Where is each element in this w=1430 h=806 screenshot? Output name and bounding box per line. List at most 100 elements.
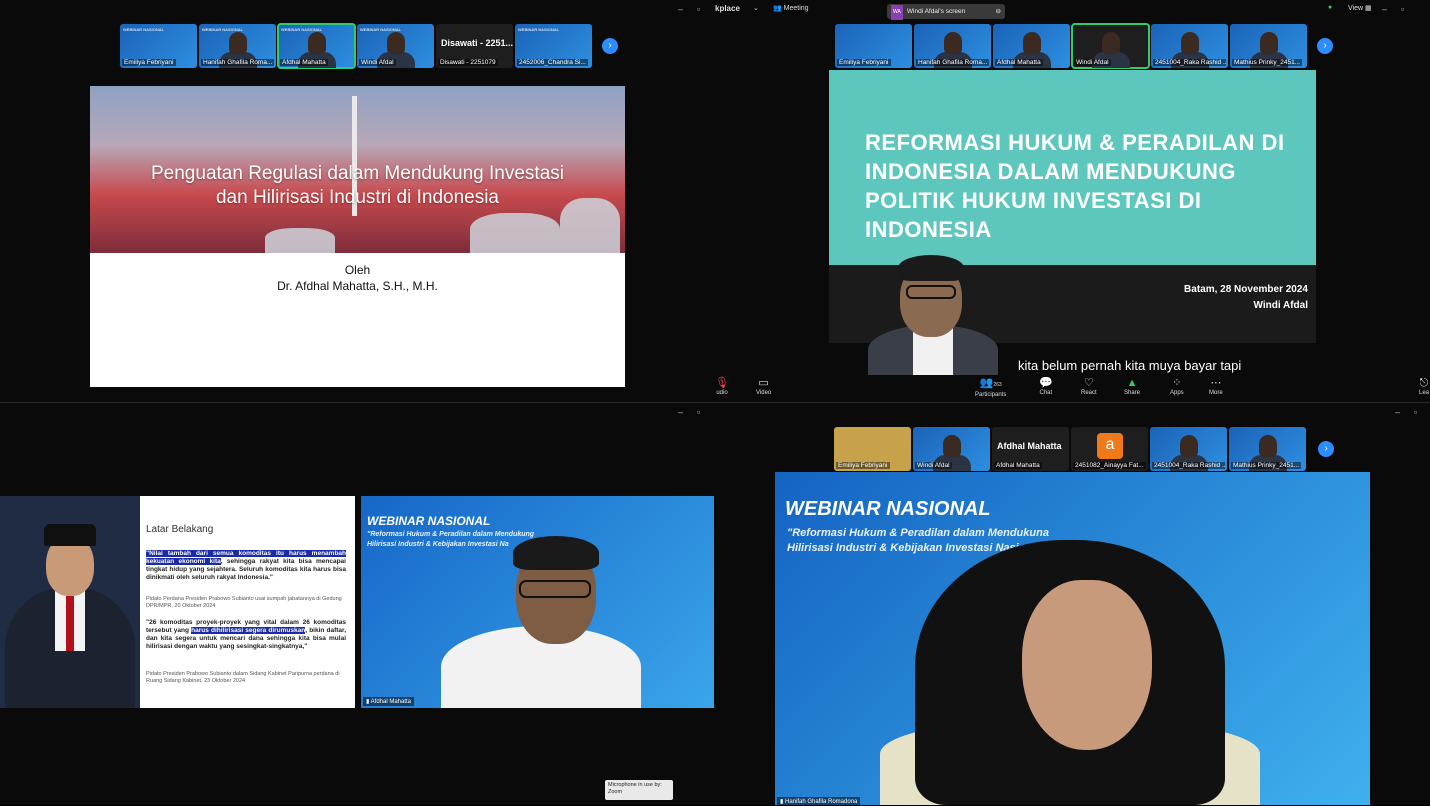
participant-name: Disawati - 2251079: [438, 59, 498, 66]
thumb-banner: WEBINAR NASIONAL: [123, 27, 165, 32]
mic-muted-icon: 🎙: [715, 377, 729, 389]
participant-name: 2451082_Ainayya Fat...: [1073, 462, 1146, 469]
slide-byline: Oleh Dr. Afdhal Mahatta, S.H., M.H.: [90, 262, 625, 294]
restore-icon[interactable]: ▫: [1414, 407, 1417, 417]
participant-thumb[interactable]: Mathius Prinky_2451...: [1230, 24, 1307, 68]
screen-share-pill[interactable]: WA Windi Afdal's screen ⊖: [887, 4, 1005, 20]
meeting-menu[interactable]: 👥 Meeting: [773, 4, 809, 12]
participant-thumb-active[interactable]: Windi Afdal: [1071, 23, 1150, 69]
options-icon[interactable]: ⊖: [996, 4, 1001, 19]
webinar-title: WEBINAR NASIONAL: [785, 498, 991, 520]
share-label: Windi Afdal's screen: [906, 8, 966, 15]
dropdown-chevron-icon[interactable]: ⌄: [753, 4, 759, 12]
window-controls: – ▫: [1382, 4, 1404, 14]
minimize-icon[interactable]: –: [678, 407, 683, 417]
speaker-name: Hanifah Ghafila Romadona: [784, 799, 858, 805]
participant-thumb[interactable]: 2451004_Raka Rashid ...: [1150, 427, 1227, 471]
participant-thumb[interactable]: Emiliya Febriyani: [835, 24, 912, 68]
speaker-name: Afdhal Mahatta: [370, 699, 412, 705]
background-slide: Latar Belakang "Nilai tambah dari semua …: [140, 496, 355, 708]
more-label: More: [1209, 390, 1223, 396]
participant-thumb[interactable]: Afdhal Mahatta: [993, 24, 1070, 68]
minimize-icon[interactable]: –: [1395, 407, 1400, 417]
restore-icon[interactable]: ▫: [1401, 4, 1404, 14]
participant-thumb[interactable]: Mathius Prinky_2451...: [1229, 427, 1306, 471]
chat-label: Chat: [1039, 390, 1053, 396]
participant-name: Emiliya Febriyani: [122, 59, 176, 66]
thumb-banner: WEBINAR NASIONAL: [518, 27, 560, 32]
participant-name: Afdhal Mahatta: [995, 59, 1043, 66]
share-button[interactable]: ▲ Share: [1124, 376, 1140, 396]
speaker-video-afdhal: WEBINAR NASIONAL "Reformasi Hukum & Pera…: [361, 496, 714, 708]
window-controls: – ▫: [1395, 407, 1417, 417]
participant-thumb[interactable]: WEBINAR NASIONAL Windi Afdal: [357, 24, 434, 68]
participant-thumb-active[interactable]: WEBINAR NASIONAL Afdhal Mahatta: [277, 23, 356, 69]
participant-thumb[interactable]: Emiliya Febriyani: [834, 427, 911, 471]
apps-label: Apps: [1170, 390, 1184, 396]
participant-display-name: Disawati - 2251...: [441, 38, 513, 48]
participant-thumb[interactable]: 2451004_Raka Rashid ...: [1151, 24, 1228, 68]
thumb-banner: WEBINAR NASIONAL: [281, 27, 323, 32]
slide-date-block: Batam, 28 November 2024 Windi Afdal: [1184, 282, 1308, 314]
participants-icon: 👥263: [979, 377, 1002, 389]
video-label: Video: [756, 390, 772, 396]
signal-icon: ▮: [366, 699, 370, 705]
participant-name: Afdhal Mahatta: [280, 59, 328, 66]
shared-slide-title: REFORMASI HUKUM & PERADILAN DI INDONESIA…: [829, 70, 1316, 265]
shared-slide: Penguatan Regulasi dalam Mendukung Inves…: [90, 86, 625, 387]
next-page-arrow-icon[interactable]: ›: [602, 38, 618, 54]
apps-icon: ⁘: [1172, 377, 1182, 389]
meeting-toolbar: 🎙 udio ▭ Video 👥263 Participants 💬 Chat ♡ Rea…: [715, 376, 1430, 402]
subtitle-line: Hilirisasi Industri & Kebijakan Investas…: [367, 541, 509, 548]
participant-thumb[interactable]: Hanifah Ghafila Roma...: [914, 24, 991, 68]
react-label: React: [1081, 390, 1097, 396]
participant-strip: WEBINAR NASIONAL Emiliya Febriyani WEBINA…: [120, 23, 592, 69]
tank-shape: [265, 228, 335, 253]
leave-button[interactable]: ⎋ Lea: [1419, 376, 1429, 396]
participants-button[interactable]: 👥263 Participants: [975, 376, 1006, 398]
apps-button[interactable]: ⁘ Apps: [1170, 376, 1184, 396]
chat-button[interactable]: 💬 Chat: [1039, 376, 1053, 396]
view-label: View: [1348, 5, 1364, 12]
participant-thumb[interactable]: WEBINAR NASIONAL Emiliya Febriyani: [120, 24, 197, 68]
more-button[interactable]: ⋯ More: [1209, 376, 1223, 396]
glasses-icon: [519, 580, 591, 598]
audio-label: udio: [716, 390, 728, 396]
restore-icon[interactable]: ▫: [697, 4, 700, 14]
tank-shape: [470, 213, 560, 253]
participant-name: Afdhal Mahatta: [994, 462, 1042, 469]
author-name: Dr. Afdhal Mahatta, S.H., M.H.: [277, 279, 438, 293]
participants-label: Participants: [975, 392, 1007, 398]
participant-thumb[interactable]: Windi Afdal: [913, 427, 990, 471]
quote-1: "Nilai tambah dari semua komoditas itu h…: [146, 550, 346, 582]
next-page-arrow-icon[interactable]: ›: [1318, 441, 1334, 457]
speaker-face: [1022, 580, 1152, 750]
participant-thumb[interactable]: Disawati - 2251... Disawati - 2251079: [436, 24, 513, 68]
participant-name: Windi Afdal: [359, 59, 396, 66]
react-button[interactable]: ♡ React: [1081, 376, 1097, 396]
leave-icon: ⎋: [1419, 377, 1429, 389]
restore-icon[interactable]: ▫: [697, 407, 700, 417]
speaker-hair: [513, 536, 599, 570]
participant-name: Hanifah Ghafila Roma...: [916, 59, 989, 66]
audio-button[interactable]: 🎙 udio: [715, 376, 729, 396]
subtitle-line: "Reformasi Hukum & Peradilan dalam Mendu…: [367, 531, 535, 538]
participants-count: 263: [993, 382, 1002, 388]
participant-thumb[interactable]: a 2451082_Ainayya Fat...: [1071, 427, 1148, 471]
participant-name: 2451004_Raka Rashid ...: [1153, 59, 1226, 66]
minimize-icon[interactable]: –: [678, 4, 683, 14]
mic-in-use-tooltip: Microphone in use by: Zoom: [605, 780, 673, 800]
video-button[interactable]: ▭ Video: [756, 376, 771, 396]
participant-thumb[interactable]: WEBINAR NASIONAL Hanifah Ghafila Roma...: [199, 24, 276, 68]
view-button[interactable]: View ▦: [1348, 4, 1372, 12]
slide-title: REFORMASI HUKUM & PERADILAN DI INDONESIA…: [865, 130, 1285, 242]
minimize-icon[interactable]: –: [1382, 4, 1387, 14]
refinery-background-image: Penguatan Regulasi dalam Mendukung Inves…: [90, 86, 625, 253]
shield-icon[interactable]: ●: [1328, 4, 1332, 11]
quote-source: Pidato Presiden Prabowo Subianto dalam S…: [146, 671, 340, 684]
participant-thumb[interactable]: Afdhal Mahatta Afdhal Mahatta: [992, 427, 1069, 471]
next-page-arrow-icon[interactable]: ›: [1317, 38, 1333, 54]
participant-thumb[interactable]: WEBINAR NASIONAL 2452006_Chandra Si...: [515, 24, 592, 68]
thumb-banner: WEBINAR NASIONAL: [202, 27, 244, 32]
participant-strip: Emiliya Febriyani Hanifah Ghafila Roma..…: [835, 23, 1307, 69]
